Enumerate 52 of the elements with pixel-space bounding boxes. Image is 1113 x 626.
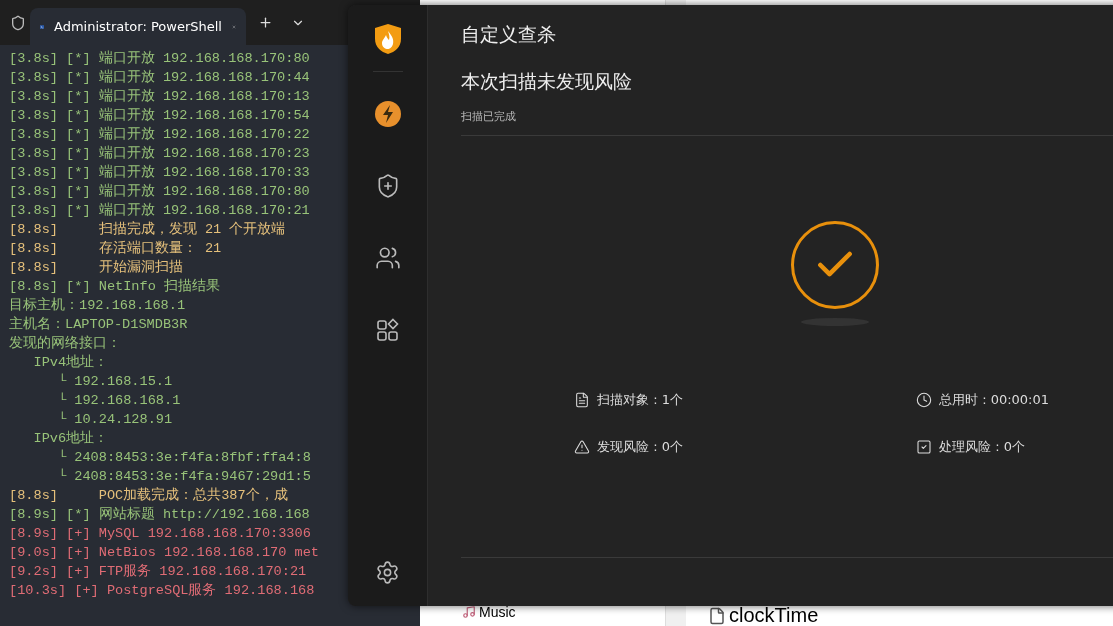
terminal-line: [8.9s] [+] MySQL 192.168.168.170:3306 xyxy=(9,525,311,543)
terminal-line: 发现的网络接口： xyxy=(9,334,121,353)
terminal-line: [3.8s] [*] 端口开放 192.168.168.170:80 xyxy=(9,182,310,201)
shield-icon xyxy=(10,14,26,31)
users-icon xyxy=(374,245,401,271)
terminal-line: IPv6地址： xyxy=(32,429,109,448)
terminal-line: [8.9s] [*] 网站标题 http://192.168.168 xyxy=(9,505,310,524)
terminal-line: [3.8s] [*] 端口开放 192.168.168.170:33 xyxy=(9,163,310,182)
document-icon xyxy=(574,392,590,408)
scan-status: 扫描已完成 xyxy=(461,109,517,124)
lightning-icon xyxy=(374,101,401,127)
file-name[interactable]: clockTime xyxy=(729,604,819,626)
page-title: 自定义查杀 xyxy=(461,22,557,47)
warning-icon xyxy=(574,439,590,455)
file-name[interactable]: Music xyxy=(479,604,516,620)
clock-icon xyxy=(916,392,932,408)
apps-icon xyxy=(375,318,400,342)
terminal-line: [3.8s] [*] 端口开放 192.168.168.170:54 xyxy=(9,106,310,125)
music-icon xyxy=(462,605,476,619)
terminal-line: [8.8s] 存活端口数量： 21 xyxy=(9,239,222,258)
terminal-line: [9.0s] [+] NetBios 192.168.168.170 met xyxy=(9,544,319,562)
terminal-line: [3.8s] [*] 端口开放 192.168.168.170:44 xyxy=(9,68,310,87)
terminal-line: [3.8s] [*] 端口开放 192.168.168.170:23 xyxy=(9,144,310,163)
settings-icon xyxy=(375,559,400,585)
checkbox-icon xyxy=(916,439,932,455)
terminal-line: [3.8s] [*] 端口开放 192.168.168.170:21 xyxy=(9,201,310,220)
terminal-line: └ 192.168.168.1 xyxy=(56,391,181,410)
terminal-line: 主机名：LAPTOP-D1SMDB3R xyxy=(9,315,188,334)
stat-text: 扫描对象 : 1个 xyxy=(597,391,683,409)
terminal-line: └ 2408:8453:3e:f4fa:9467:29d1:5 xyxy=(56,467,311,486)
terminal-tab[interactable]: Administrator: PowerShell xyxy=(30,8,246,45)
terminal-line: └ 2408:8453:3e:f4fa:8fbf:ffa4:8 xyxy=(56,448,311,467)
stat-text: 发现风险 : 0个 xyxy=(597,438,683,456)
terminal-line: 目标主机：192.168.168.1 xyxy=(9,296,186,315)
terminal-line: └ 10.24.128.91 xyxy=(56,410,173,429)
terminal-line: [3.8s] [*] 端口开放 192.168.168.170:80 xyxy=(9,49,310,68)
terminal-line: [9.2s] [+] FTP服务 192.168.168.170:21 xyxy=(9,563,307,581)
terminal-line: [10.3s] [+] PostgreSQL服务 192.168.168 xyxy=(9,582,315,600)
terminal-line: [8.8s] POC加载完成：总共387个，成 xyxy=(9,486,288,505)
result-heading: 本次扫描未发现风险 xyxy=(461,69,633,94)
terminal-line: [8.8s] 开始漏洞扫描 xyxy=(9,258,183,277)
terminal-line: [8.8s] 扫描完成，发现 21 个开放端 xyxy=(9,220,286,239)
terminal-line: [8.8s] [*] NetInfo 扫描结果 xyxy=(9,277,220,296)
file-icon xyxy=(708,606,726,625)
stat-text: 总用时 : 00:00:01 xyxy=(939,391,1050,409)
terminal-line: [3.8s] [*] 端口开放 192.168.168.170:22 xyxy=(9,125,310,144)
flame-shield-logo xyxy=(373,23,402,55)
terminal-line: [3.8s] [*] 端口开放 192.168.168.170:13 xyxy=(9,87,310,106)
stat-text: 处理风险 : 0个 xyxy=(939,438,1025,456)
terminal-line: IPv4地址： xyxy=(32,353,109,372)
new-tab-icon[interactable] xyxy=(258,15,273,30)
terminal-line: └ 192.168.15.1 xyxy=(56,372,173,391)
